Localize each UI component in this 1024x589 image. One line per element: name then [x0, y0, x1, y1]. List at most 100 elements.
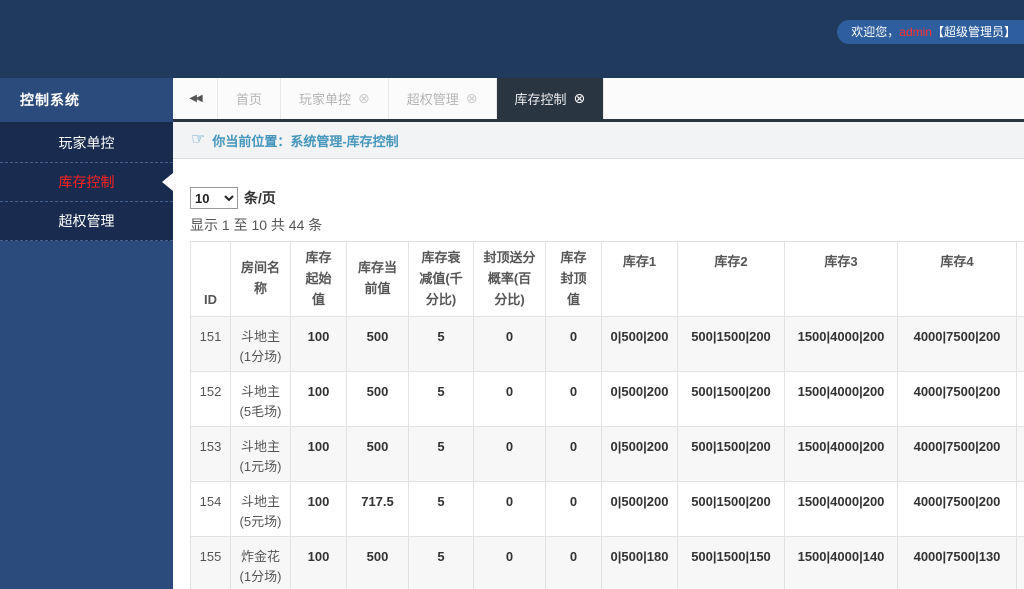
- table-cell: 0: [545, 481, 602, 538]
- table-cell: 100: [290, 426, 347, 483]
- breadcrumb-text: 你当前位置：系统管理-库存控制: [212, 133, 399, 149]
- table-cell: 5: [408, 426, 474, 483]
- username: admin: [899, 25, 932, 39]
- table-cell: 7: [1016, 371, 1024, 428]
- table-cell: 5: [408, 371, 474, 428]
- table-cell: 斗地主 (1元场): [230, 426, 291, 483]
- table-cell: 1500|4000|200: [784, 316, 898, 373]
- table-cell: 4000|7500|200: [897, 371, 1017, 428]
- table-row: 155 炸金花 (1分场) 100 500 5 0 0 0|500|180 500|1500|1…: [190, 536, 1024, 589]
- table-cell: 152: [190, 371, 231, 428]
- table-cell: 0: [473, 316, 546, 373]
- breadcrumb: ☞ 你当前位置：系统管理-库存控制: [173, 122, 1024, 159]
- sidebar-title: 控制系统: [0, 78, 173, 124]
- table-cell: 500|1500|200: [677, 371, 785, 428]
- welcome-text: 欢迎您，: [851, 25, 900, 39]
- tab-label: 首页: [236, 92, 263, 107]
- sidebar-item-label: 玩家单控: [58, 135, 115, 151]
- inventory-table-wrap: ID 房间名 称库存 起始 值库存当 前值 库存衰 减值(千 分比) 封顶送分 概率(…: [190, 241, 1024, 589]
- column-header: 封顶送分 概率(百 分比): [473, 241, 546, 318]
- tab-bar: ◀◀ 首页 玩家单控 ⊗ 超权管理 ⊗ 库存控制 ⊗: [173, 78, 1024, 122]
- tab-list: 首页 玩家单控 ⊗ 超权管理 ⊗ 库存控制 ⊗: [218, 78, 605, 119]
- tab-3[interactable]: 库存控制 ⊗: [496, 78, 605, 119]
- table-cell: 斗地主 (5毛场): [230, 371, 291, 428]
- collapse-tabs-button[interactable]: ◀◀: [173, 78, 218, 119]
- table-cell: 500: [346, 371, 409, 428]
- table-cell: 斗地主 (1分场): [230, 316, 291, 373]
- sidebar-menu: 玩家单控库存控制超权管理: [0, 124, 173, 241]
- table-cell: 155: [190, 536, 231, 589]
- table-cell: 4000|7500|200: [897, 316, 1017, 373]
- table-cell: 4000|7500|200: [897, 481, 1017, 538]
- table-cell: 炸金花 (1分场): [230, 536, 291, 589]
- table-cell: 5: [408, 481, 474, 538]
- tab-close-icon[interactable]: ⊗: [466, 90, 478, 107]
- table-cell: 100: [290, 371, 347, 428]
- table-cell: 500|1500|200: [677, 481, 785, 538]
- pointer-hand-icon: ☞: [191, 131, 206, 148]
- table-cell: 717.5: [346, 481, 409, 538]
- sidebar-item-label: 库存控制: [58, 174, 115, 190]
- column-header: ID: [190, 241, 231, 318]
- column-header: 库存衰 减值(千 分比): [408, 241, 474, 318]
- tab-1[interactable]: 玩家单控 ⊗: [281, 78, 389, 119]
- tab-close-icon[interactable]: ⊗: [574, 90, 586, 107]
- table-cell: 100: [290, 316, 347, 373]
- table-row: 154 斗地主 (5元场) 100 717.5 5 0 0 0|500|200 500|1500…: [190, 481, 1024, 538]
- table-cell: 500|1500|150: [677, 536, 785, 589]
- table-cell: 500: [346, 316, 409, 373]
- table-cell: 0: [545, 426, 602, 483]
- table-row: 152 斗地主 (5毛场) 100 500 5 0 0 0|500|200 500|1500|2…: [190, 371, 1024, 428]
- table-cell: 153: [190, 426, 231, 483]
- main-area: ◀◀ 首页 玩家单控 ⊗ 超权管理 ⊗ 库存控制 ⊗ ☞ 你当前位置：系统管理-库存控制 1…: [173, 78, 1024, 589]
- tab-close-icon[interactable]: ⊗: [358, 90, 370, 107]
- sidebar-item-0[interactable]: 玩家单控: [0, 124, 173, 163]
- table-cell: 斗地主 (5元场): [230, 481, 291, 538]
- table-cell: 4000|7500|200: [897, 426, 1017, 483]
- table-cell: 151: [190, 316, 231, 373]
- user-role: 【超级管理员】: [931, 25, 1016, 39]
- table-cell: 1500|4000|140: [784, 536, 898, 589]
- column-header: [1016, 241, 1024, 318]
- table-cell: 1500|4000|200: [784, 481, 898, 538]
- column-header: 库存3: [784, 241, 898, 318]
- table-cell: 5: [408, 536, 474, 589]
- tab-0[interactable]: 首页: [218, 78, 282, 119]
- table-cell: 1500|4000|200: [784, 426, 898, 483]
- column-header: 库存 封顶 值: [545, 241, 602, 318]
- table-body: 151 斗地主 (1分场) 100 500 5 0 0 0|500|200 500|1500|2…: [190, 316, 1024, 589]
- column-header: 库存 起始 值: [290, 241, 347, 318]
- table-cell: 0|500|200: [601, 316, 678, 373]
- table-cell: 0: [545, 371, 602, 428]
- sidebar-item-label: 超权管理: [58, 213, 115, 229]
- table-cell: 0|500|180: [601, 536, 678, 589]
- sidebar-item-1[interactable]: 库存控制: [0, 163, 173, 202]
- table-cell: 1500|4000|200: [784, 371, 898, 428]
- table-row: 153 斗地主 (1元场) 100 500 5 0 0 0|500|200 500|1500|2…: [190, 426, 1024, 483]
- table-cell: 100: [290, 536, 347, 589]
- table-cell: 500: [346, 426, 409, 483]
- table-cell: 7: [1016, 536, 1024, 589]
- tab-label: 超权管理: [406, 92, 459, 107]
- tab-2[interactable]: 超权管理 ⊗: [389, 78, 497, 119]
- table-cell: 500|1500|200: [677, 426, 785, 483]
- sidebar-item-2[interactable]: 超权管理: [0, 202, 173, 241]
- table-cell: 0|500|200: [601, 481, 678, 538]
- sidebar: 控制系统 玩家单控库存控制超权管理: [0, 78, 173, 589]
- content-panel: 10 条/页 显示 1 至 10 共 44 条 ID 房间名 称库存 起始 值库存…: [173, 159, 1024, 589]
- table-cell: 7: [1016, 481, 1024, 538]
- table-header-row: ID 房间名 称库存 起始 值库存当 前值 库存衰 减值(千 分比) 封顶送分 概率(…: [190, 241, 1024, 318]
- user-welcome-badge[interactable]: 欢迎您，admin【超级管理员】: [837, 20, 1024, 44]
- page-size-select[interactable]: 10: [190, 187, 238, 209]
- table-cell: 7: [1016, 316, 1024, 373]
- top-banner: 欢迎您，admin【超级管理员】: [0, 0, 1024, 78]
- table-cell: 500: [346, 536, 409, 589]
- table-cell: 0: [473, 481, 546, 538]
- table-cell: 0: [473, 371, 546, 428]
- page-size-control: 10 条/页: [190, 187, 1024, 209]
- page-size-label: 条/页: [244, 190, 276, 206]
- table-cell: 0: [473, 536, 546, 589]
- pagination-info: 显示 1 至 10 共 44 条: [190, 217, 323, 233]
- table-cell: 500|1500|200: [677, 316, 785, 373]
- column-header: 库存1: [601, 241, 678, 318]
